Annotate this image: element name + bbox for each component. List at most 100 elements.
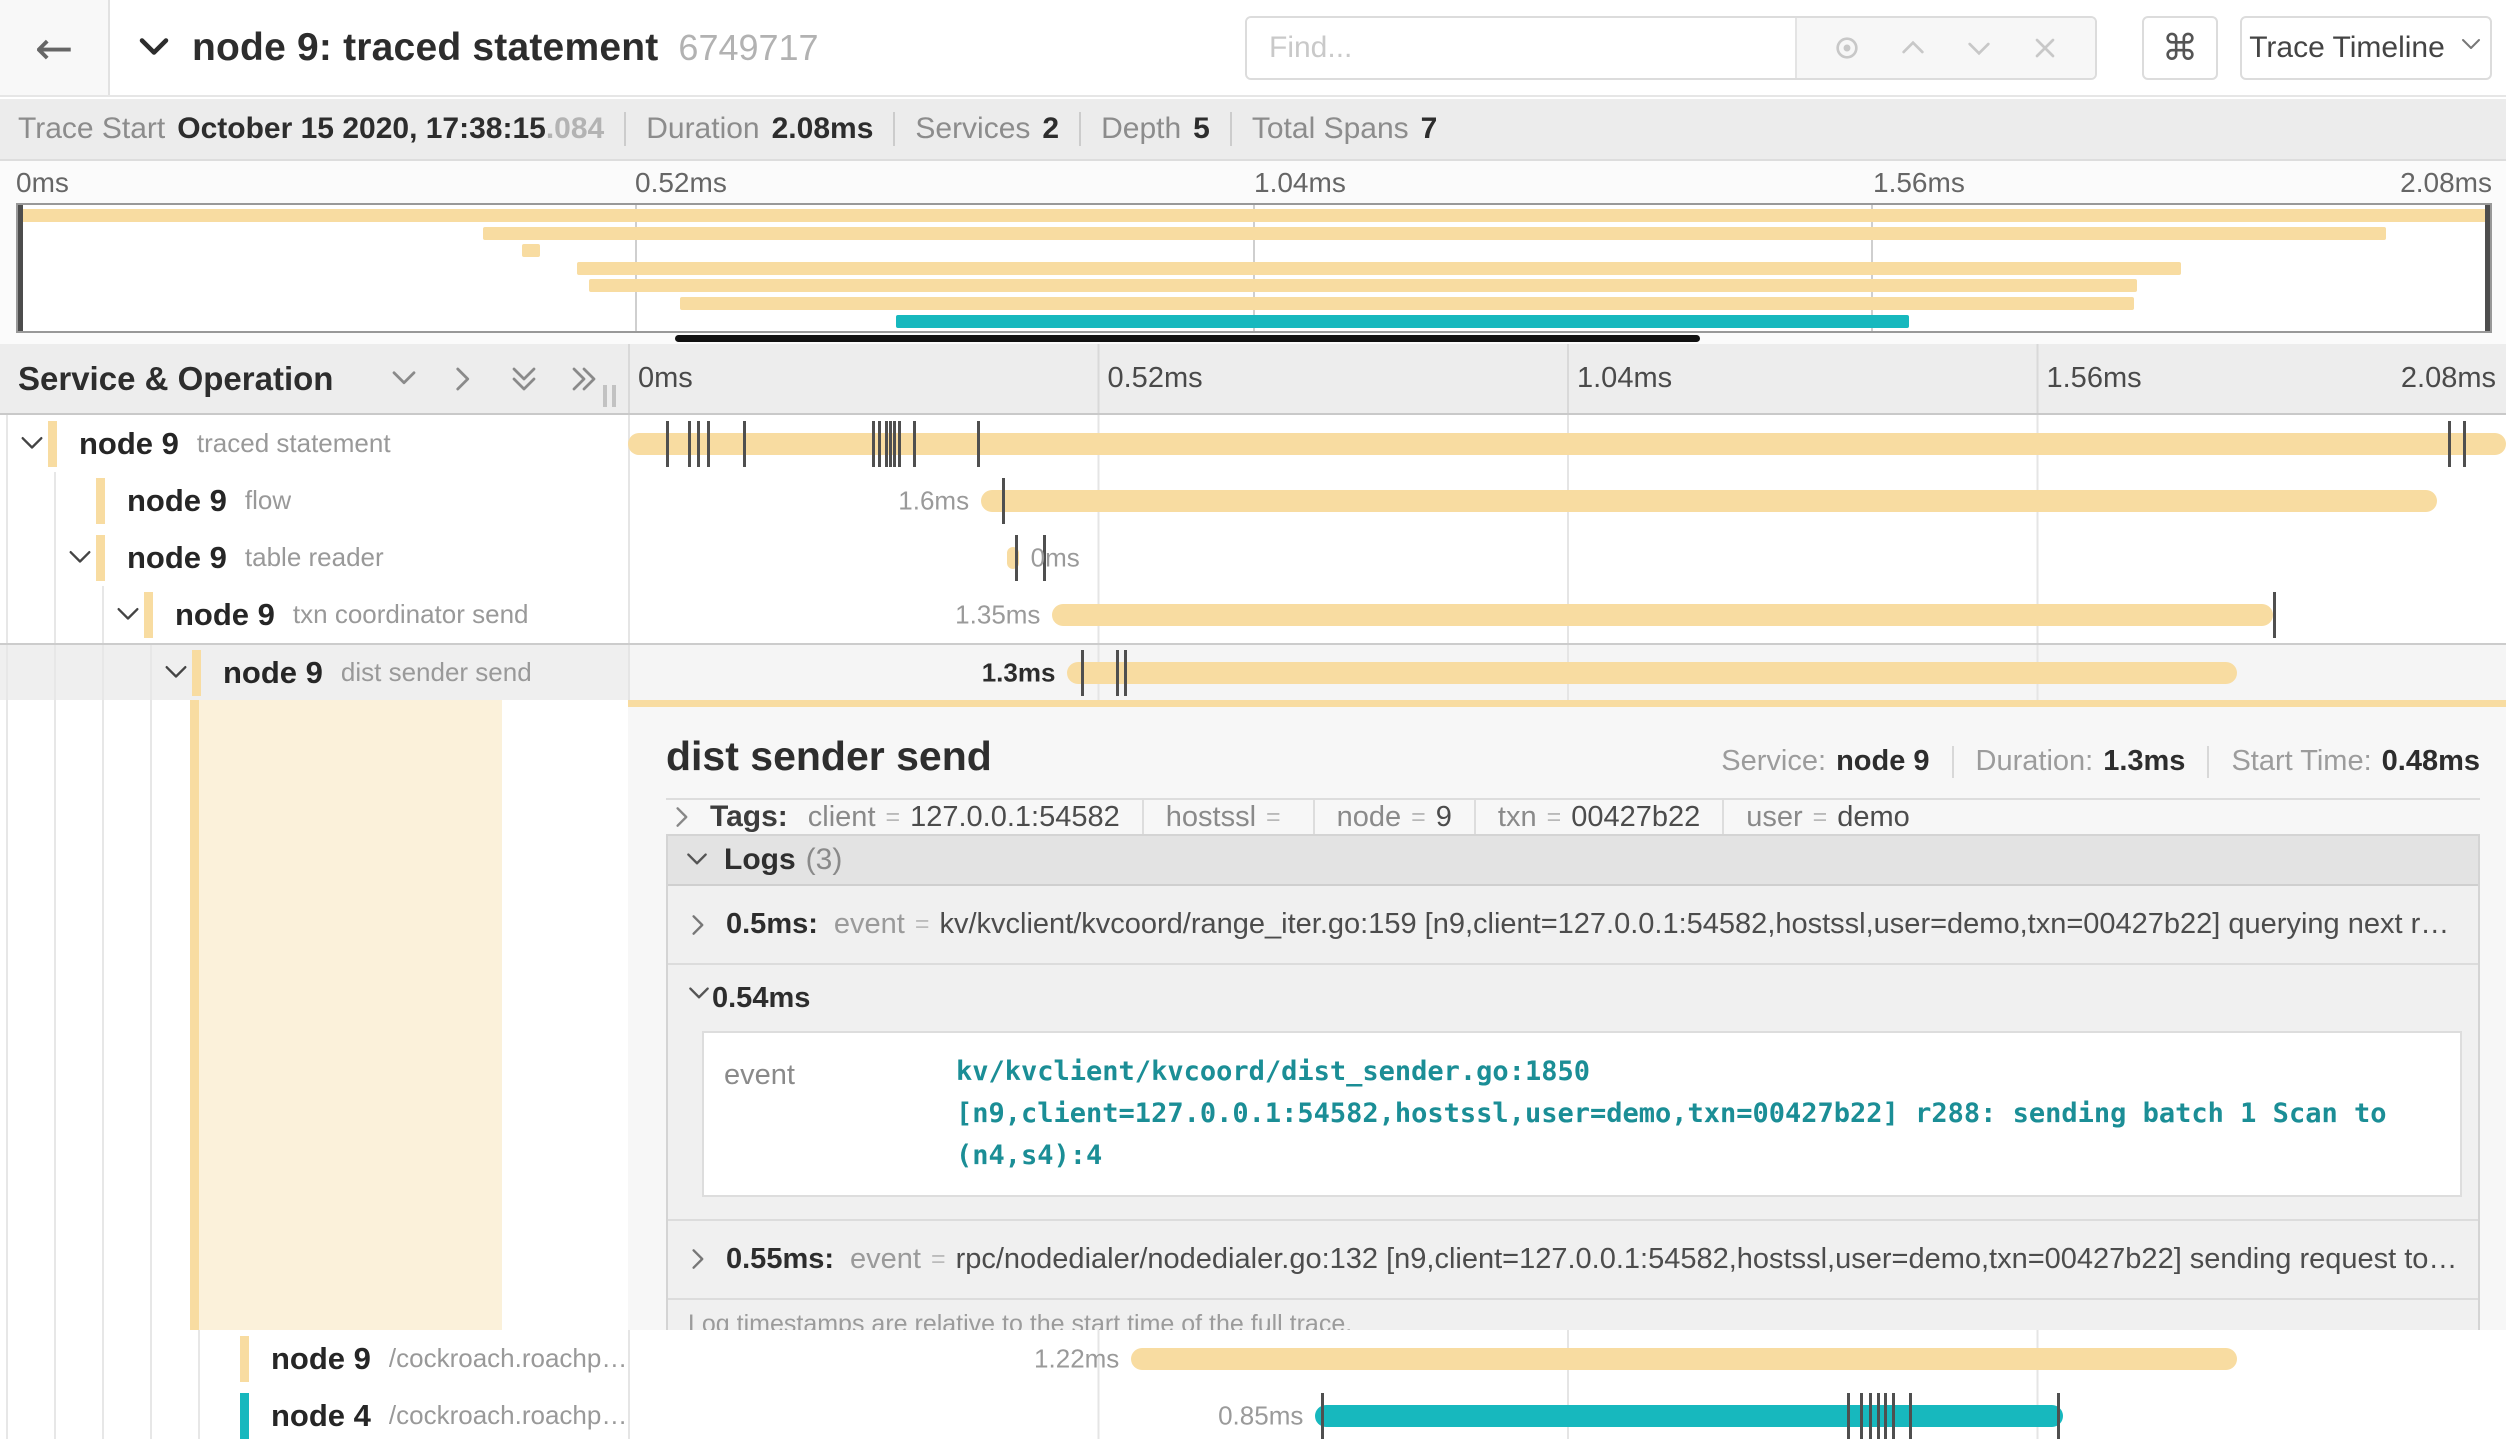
- tags-expand-chevron-icon[interactable]: [670, 804, 696, 830]
- span-log-tick[interactable]: [913, 421, 916, 467]
- span-log-tick[interactable]: [2273, 592, 2276, 638]
- log-entry[interactable]: 0.55ms:event=rpc/nodedialer/nodedialer.g…: [668, 1221, 2478, 1300]
- tag-equals: =: [1813, 803, 1828, 832]
- back-button[interactable]: ←: [0, 0, 110, 95]
- row-chevron-down-icon[interactable]: [114, 601, 144, 629]
- span-log-tick[interactable]: [872, 421, 875, 467]
- logs-header[interactable]: Logs(3): [668, 836, 2478, 886]
- span-tree-item[interactable]: node 9table reader: [0, 529, 628, 586]
- span-log-tick[interactable]: [893, 421, 896, 467]
- find-input[interactable]: [1247, 18, 1795, 78]
- span-log-tick[interactable]: [1847, 1393, 1850, 1439]
- span-log-tick[interactable]: [1869, 1393, 1872, 1439]
- span-tree-item[interactable]: node 9traced statement: [0, 415, 628, 472]
- trace-view-select[interactable]: Trace Timeline: [2240, 16, 2492, 80]
- span-duration-bar[interactable]: [1052, 604, 2273, 626]
- top-bar: ← node 9: traced statement 6749717 ⌘ Tra…: [0, 0, 2506, 97]
- indent-guide: [102, 586, 104, 643]
- minimap-scrollbar[interactable]: [675, 335, 1700, 342]
- chevron-up-icon[interactable]: [1897, 32, 1929, 64]
- tags-row[interactable]: Tags:client=127.0.0.1:54582hostssl=node=…: [666, 800, 2480, 834]
- indent-guide: [150, 700, 152, 1330]
- log-collapse-chevron-icon[interactable]: [686, 981, 712, 1015]
- span-log-tick[interactable]: [2057, 1393, 2060, 1439]
- span-detail-fields: Service:node 9Duration:1.3msStart Time:0…: [1721, 745, 2480, 778]
- trace-summary-bar: Trace StartOctober 15 2020, 17:38:15.084…: [0, 99, 2506, 161]
- span-duration-bar[interactable]: [1131, 1348, 2237, 1370]
- span-log-tick[interactable]: [977, 421, 980, 467]
- row-chevron-down-icon[interactable]: [162, 659, 192, 687]
- minimap-left-scrubber[interactable]: [18, 205, 23, 331]
- log-entry-header[interactable]: 0.54ms: [668, 965, 2478, 1025]
- span-log-tick[interactable]: [1124, 650, 1127, 696]
- row-chevron-down-icon[interactable]: [66, 544, 96, 572]
- close-icon[interactable]: [2029, 32, 2061, 64]
- indent-guide: [102, 1387, 104, 1439]
- span-log-tick[interactable]: [1884, 1393, 1887, 1439]
- span-color-bar: [96, 535, 105, 581]
- expand-one-icon[interactable]: [449, 364, 479, 394]
- span-duration-bar[interactable]: [628, 433, 2506, 455]
- span-tree-item[interactable]: node 4/cockroach.roachpb.l…: [0, 1387, 628, 1439]
- expand-all-icon[interactable]: [569, 364, 599, 394]
- span-log-tick[interactable]: [2448, 421, 2451, 467]
- span-duration-bar[interactable]: [1315, 1405, 2062, 1427]
- span-log-tick[interactable]: [885, 421, 888, 467]
- span-tree-item[interactable]: node 9flow: [0, 472, 628, 529]
- chevron-down-icon[interactable]: [1963, 32, 1995, 64]
- span-duration-bar[interactable]: [981, 490, 2436, 512]
- span-tree-item[interactable]: node 9dist sender send: [0, 645, 628, 700]
- span-log-tick[interactable]: [1116, 650, 1119, 696]
- span-log-tick[interactable]: [2463, 421, 2466, 467]
- log-expand-chevron-icon[interactable]: [686, 912, 712, 938]
- span-track[interactable]: 1.35ms: [628, 586, 2506, 643]
- log-equals: =: [931, 1245, 946, 1274]
- find-tools: [1795, 18, 2095, 78]
- span-tree-item[interactable]: node 9txn coordinator send: [0, 586, 628, 643]
- row-chevron-down-icon[interactable]: [18, 430, 48, 458]
- span-track[interactable]: 1.6ms: [628, 472, 2506, 529]
- span-log-tick[interactable]: [1892, 1393, 1895, 1439]
- span-log-tick[interactable]: [1321, 1393, 1324, 1439]
- span-log-tick[interactable]: [1015, 535, 1018, 581]
- log-entry[interactable]: 0.5ms:event=kv/kvclient/kvcoord/range_it…: [668, 886, 2478, 965]
- collapse-all-icon[interactable]: [509, 364, 539, 394]
- span-log-tick[interactable]: [666, 421, 669, 467]
- span-color-bar: [240, 1393, 249, 1439]
- tag-divider: [1313, 800, 1315, 834]
- span-log-tick[interactable]: [697, 421, 700, 467]
- minimap-right-scrubber[interactable]: [2485, 205, 2490, 331]
- span-log-tick[interactable]: [743, 421, 746, 467]
- summary-value: 2: [1042, 112, 1059, 146]
- collapse-one-icon[interactable]: [389, 364, 419, 394]
- span-service-name: node 9: [271, 1341, 371, 1377]
- span-tree-item[interactable]: node 9/cockroach.roachpb.l…: [0, 1330, 628, 1387]
- span-track[interactable]: [628, 415, 2506, 472]
- column-resizer-grip[interactable]: [603, 385, 616, 407]
- span-log-tick[interactable]: [1860, 1393, 1863, 1439]
- span-log-tick[interactable]: [707, 421, 710, 467]
- span-track[interactable]: 1.22ms: [628, 1330, 2506, 1387]
- minimap-canvas[interactable]: [16, 203, 2492, 333]
- tag-key: user: [1746, 801, 1802, 834]
- logs-collapse-chevron-icon[interactable]: [684, 847, 710, 873]
- collapse-trace-chevron-icon[interactable]: [136, 30, 172, 66]
- span-log-tick[interactable]: [1877, 1393, 1880, 1439]
- locate-icon[interactable]: [1831, 32, 1863, 64]
- span-track[interactable]: 0.85ms: [628, 1387, 2506, 1439]
- log-expand-chevron-icon[interactable]: [686, 1246, 712, 1272]
- keyboard-shortcuts-button[interactable]: ⌘: [2142, 16, 2218, 80]
- timeline-tick-label: 0.52ms: [1108, 362, 1203, 395]
- span-duration-bar[interactable]: [1067, 662, 2237, 684]
- span-track[interactable]: 0ms: [628, 529, 2506, 586]
- span-log-tick[interactable]: [1002, 478, 1005, 524]
- span-log-tick[interactable]: [688, 421, 691, 467]
- span-service-name: node 9: [127, 540, 227, 576]
- span-log-tick[interactable]: [1081, 650, 1084, 696]
- span-log-tick[interactable]: [898, 421, 901, 467]
- span-log-tick[interactable]: [1909, 1393, 1912, 1439]
- span-log-tick[interactable]: [878, 421, 881, 467]
- indent-guide: [6, 645, 8, 700]
- span-log-tick[interactable]: [889, 421, 892, 467]
- span-track[interactable]: 1.3ms: [628, 645, 2506, 700]
